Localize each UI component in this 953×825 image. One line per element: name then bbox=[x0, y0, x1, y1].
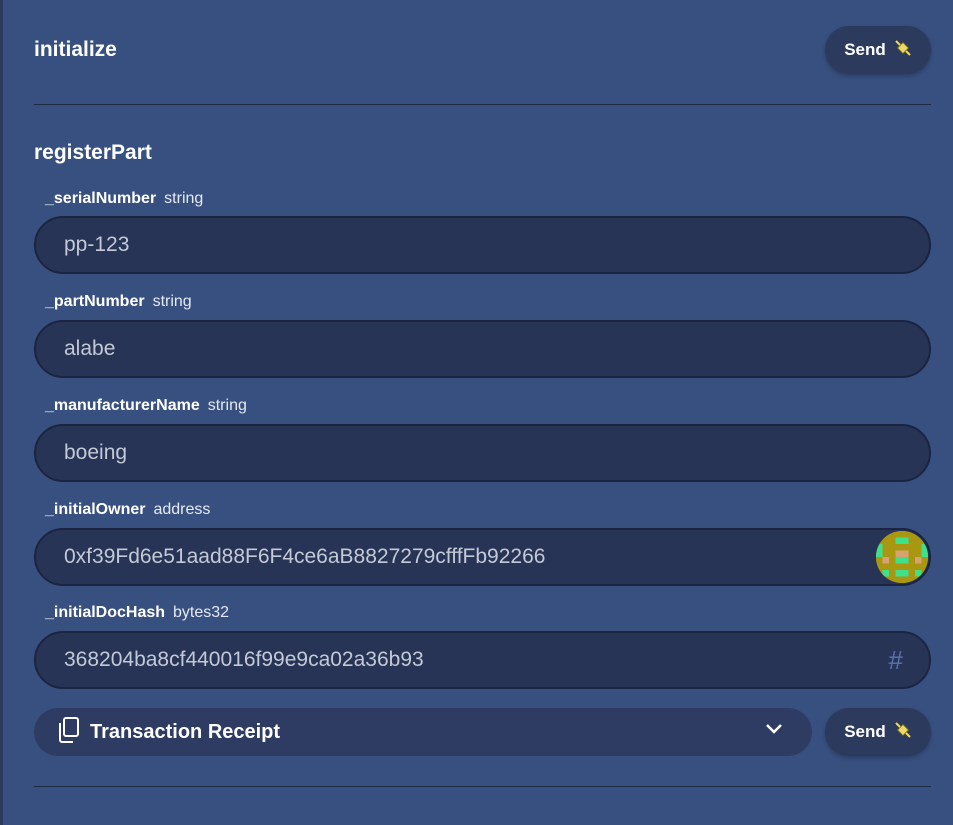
divider bbox=[34, 104, 931, 105]
send-label: Send bbox=[844, 40, 886, 59]
divider bbox=[34, 786, 931, 787]
param-type: string bbox=[164, 190, 204, 207]
param-label-serialNumber: _serialNumber string bbox=[45, 190, 203, 208]
serialNumber-field bbox=[34, 216, 931, 274]
function-title-initialize: initialize bbox=[34, 38, 117, 61]
partNumber-field bbox=[34, 320, 931, 378]
partNumber-input[interactable] bbox=[62, 336, 903, 362]
param-name: _partNumber bbox=[45, 293, 145, 310]
manufacturerName-field bbox=[34, 424, 931, 482]
param-label-partNumber: _partNumber string bbox=[45, 293, 192, 311]
param-type: address bbox=[153, 501, 211, 518]
function-title-registerPart: registerPart bbox=[34, 141, 152, 164]
param-type: bytes32 bbox=[173, 604, 230, 621]
initialOwner-field bbox=[34, 528, 931, 586]
param-type: string bbox=[207, 397, 247, 414]
identicon bbox=[876, 531, 928, 583]
initialize-send-button[interactable]: Send bbox=[825, 26, 931, 74]
initialDocHash-field: # bbox=[34, 631, 931, 689]
param-name: _initialDocHash bbox=[45, 604, 166, 621]
initialOwner-input[interactable] bbox=[62, 544, 856, 570]
registerPart-send-button[interactable]: Send bbox=[825, 708, 931, 756]
send-label: Send bbox=[844, 722, 886, 741]
transaction-receipt-toggle[interactable]: Transaction Receipt bbox=[34, 708, 812, 756]
manufacturerName-input[interactable] bbox=[62, 440, 903, 466]
chevron-down-icon[interactable] bbox=[764, 722, 784, 741]
transaction-receipt-label: Transaction Receipt bbox=[90, 720, 281, 743]
satellite-icon bbox=[894, 39, 912, 62]
param-label-initialOwner: _initialOwner address bbox=[45, 501, 210, 519]
copy-icon[interactable] bbox=[58, 716, 80, 748]
serialNumber-input[interactable] bbox=[62, 232, 903, 258]
hash-icon[interactable]: # bbox=[889, 645, 903, 676]
param-name: _serialNumber bbox=[45, 190, 157, 207]
param-name: _manufacturerName bbox=[45, 397, 200, 414]
satellite-icon bbox=[894, 721, 912, 744]
left-border bbox=[0, 0, 3, 825]
initialDocHash-input[interactable] bbox=[62, 647, 866, 673]
param-label-initialDocHash: _initialDocHash bytes32 bbox=[45, 604, 229, 622]
param-type: string bbox=[152, 293, 192, 310]
param-name: _initialOwner bbox=[45, 501, 146, 518]
param-label-manufacturerName: _manufacturerName string bbox=[45, 397, 247, 415]
